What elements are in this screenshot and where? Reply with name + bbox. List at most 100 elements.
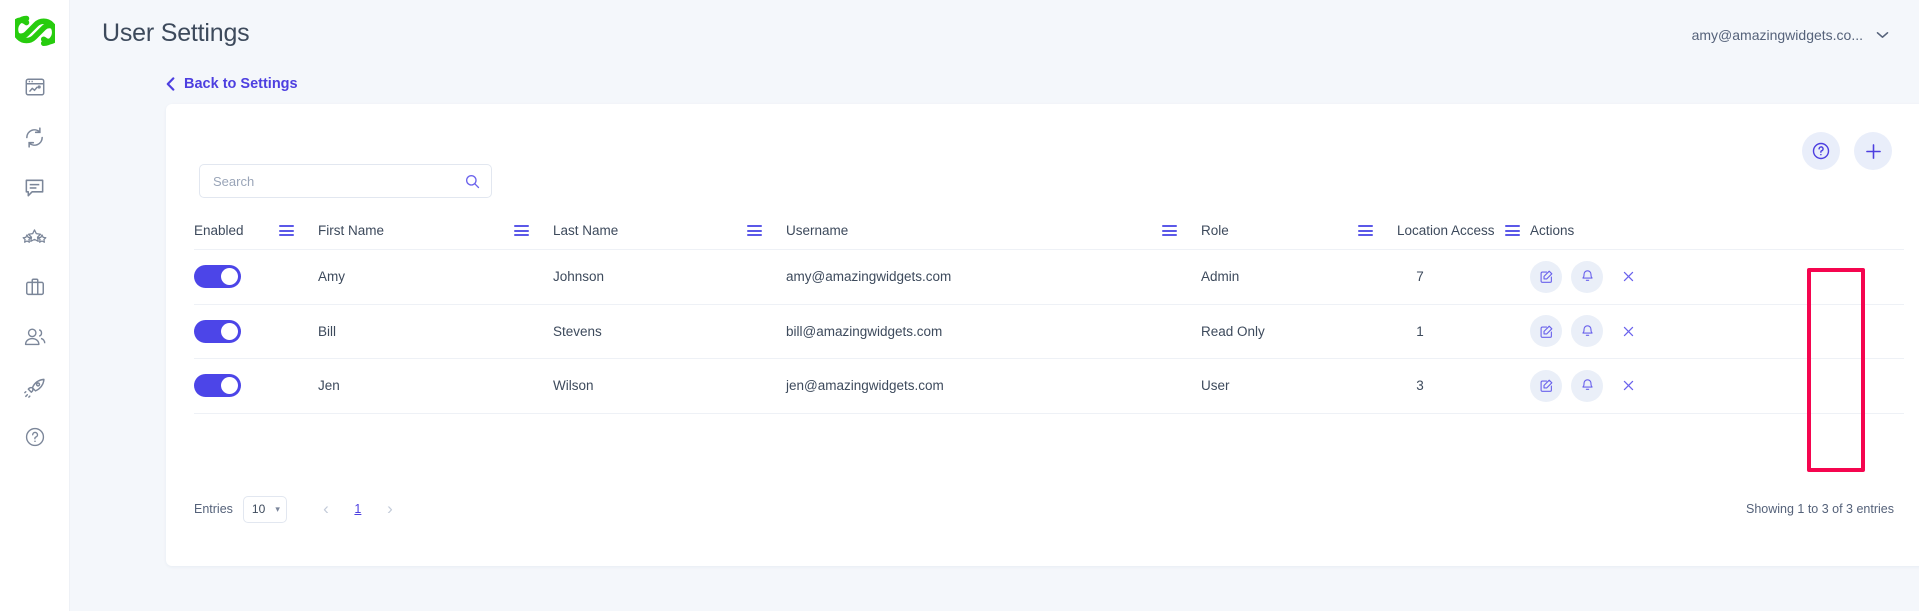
back-to-settings-link[interactable]: Back to Settings (166, 76, 298, 92)
column-label-username: Username (786, 223, 849, 238)
column-label-enabled: Enabled (194, 223, 244, 238)
delete-user-button[interactable] (1612, 315, 1644, 347)
cell-username: bill@amazingwidgets.com (762, 304, 1177, 359)
account-email: amy@amazingwidgets.co... (1691, 27, 1863, 43)
table-header-row: Enabled First Name Last Name Username Ro… (194, 212, 1904, 250)
cell-first-name: Amy (294, 250, 529, 305)
cell-location-access: 3 (1373, 359, 1508, 414)
notify-user-button[interactable] (1571, 260, 1603, 293)
column-resize-handle-username[interactable] (1152, 225, 1177, 236)
showing-entries-text: Showing 1 to 3 of 3 entries (1745, 502, 1894, 516)
column-resize-handle-enabled[interactable] (269, 225, 294, 236)
sidebar-item-dashboard[interactable] (0, 62, 70, 112)
sidebar-item-messages[interactable] (0, 162, 70, 212)
chevron-down-icon: ▾ (275, 503, 280, 514)
sidebar-item-help[interactable] (0, 412, 70, 462)
sidebar-item-business[interactable] (0, 262, 70, 312)
value-username: bill@amazingwidgets.com (786, 323, 943, 339)
column-header-role: Role (1177, 212, 1373, 250)
page-title: User Settings (102, 19, 250, 47)
search-icon[interactable] (465, 174, 480, 189)
delete-user-button[interactable] (1612, 261, 1644, 293)
cell-enabled (194, 359, 294, 414)
value-first-name: Bill (318, 323, 337, 339)
column-label-last-name: Last Name (553, 223, 619, 238)
account-menu[interactable]: amy@amazingwidgets.co... (1692, 27, 1889, 43)
column-header-enabled: Enabled (194, 212, 294, 250)
edit-user-button[interactable] (1530, 315, 1562, 348)
top-bar: User Settings amy@amazingwidgets.co... (70, 0, 1919, 62)
cell-location-access: 1 (1373, 304, 1508, 359)
column-label-location-access: Location Access (1397, 223, 1495, 238)
column-header-location-access: Location Access (1373, 212, 1520, 250)
column-header-last-name: Last Name (529, 212, 762, 250)
entries-per-page-value: 10 (251, 502, 266, 516)
cell-username: amy@amazingwidgets.com (762, 250, 1177, 305)
cell-location-access: 7 (1373, 250, 1508, 305)
table-footer: Entries 10 ▾ ‹ 1 › Showing 1 to 3 of 3 e… (194, 489, 1904, 529)
column-header-first-name: First Name (294, 212, 529, 250)
value-location-access: 3 (1416, 378, 1424, 394)
chevron-left-icon (166, 77, 175, 91)
sidebar-item-sync[interactable] (0, 112, 70, 162)
cell-actions (1508, 304, 1868, 359)
sync-icon (26, 126, 43, 148)
add-user-button[interactable] (1854, 132, 1892, 170)
row-actions (1530, 260, 1644, 293)
sidebar-nav (0, 62, 70, 462)
value-username: jen@amazingwidgets.com (786, 378, 944, 394)
prev-page-button[interactable]: ‹ (311, 494, 341, 524)
column-resize-handle-first-name[interactable] (504, 225, 529, 236)
pager: ‹ 1 › (311, 494, 405, 524)
enabled-toggle[interactable] (194, 265, 241, 289)
edit-user-button[interactable] (1530, 260, 1562, 293)
messages-icon (25, 179, 44, 196)
column-resize-handle-last-name[interactable] (737, 225, 762, 236)
reviews-icon (22, 229, 47, 243)
app-root: User Settings amy@amazingwidgets.co... B… (0, 0, 1919, 611)
enabled-toggle[interactable] (194, 319, 241, 343)
value-role: Read Only (1201, 323, 1265, 339)
cell-enabled (194, 304, 294, 359)
delete-user-icon (1623, 272, 1633, 282)
app-logo[interactable] (0, 0, 70, 62)
sidebar-item-users[interactable] (0, 312, 70, 362)
edit-user-button[interactable] (1530, 369, 1562, 402)
row-actions (1530, 315, 1644, 348)
entries-per-page-select[interactable]: 10 ▾ (242, 495, 287, 523)
search-input[interactable] (213, 173, 465, 189)
table-row: Bill Stevens bill@amazingwidgets.com Rea… (194, 304, 1904, 359)
table-row: Amy Johnson amy@amazingwidgets.com Admin… (194, 250, 1904, 305)
next-page-button[interactable]: › (375, 494, 405, 524)
cell-first-name: Bill (294, 304, 529, 359)
search-box[interactable] (199, 164, 492, 198)
help-button[interactable] (1802, 132, 1840, 170)
sidebar-item-boost[interactable] (0, 362, 70, 412)
notify-user-icon (1581, 324, 1593, 336)
cell-last-name: Stevens (529, 304, 762, 359)
delete-user-icon (1623, 381, 1633, 391)
notify-user-button[interactable] (1571, 369, 1603, 402)
value-first-name: Jen (318, 378, 340, 394)
notify-user-button[interactable] (1571, 315, 1603, 348)
cell-actions (1508, 359, 1868, 414)
cell-username: jen@amazingwidgets.com (762, 359, 1177, 414)
sidebar-item-reviews[interactable] (0, 212, 70, 262)
enabled-toggle[interactable] (194, 374, 241, 398)
cell-role: Admin (1177, 250, 1373, 305)
cell-actions (1508, 250, 1868, 305)
chevron-down-icon (1876, 31, 1889, 38)
column-label-actions: Actions (1530, 223, 1575, 238)
notify-user-icon (1581, 379, 1593, 391)
help-circle-icon (25, 427, 44, 447)
users-icon (24, 328, 45, 346)
users-card: Enabled First Name Last Name Username (166, 104, 1919, 566)
dashboard-icon (25, 78, 44, 96)
column-resize-handle-role[interactable] (1348, 225, 1373, 236)
row-actions (1530, 369, 1644, 402)
page-number-1[interactable]: 1 (345, 496, 371, 522)
value-username: amy@amazingwidgets.com (786, 269, 952, 285)
value-last-name: Johnson (553, 269, 605, 285)
delete-user-button[interactable] (1612, 370, 1644, 402)
value-first-name: Amy (318, 269, 345, 285)
